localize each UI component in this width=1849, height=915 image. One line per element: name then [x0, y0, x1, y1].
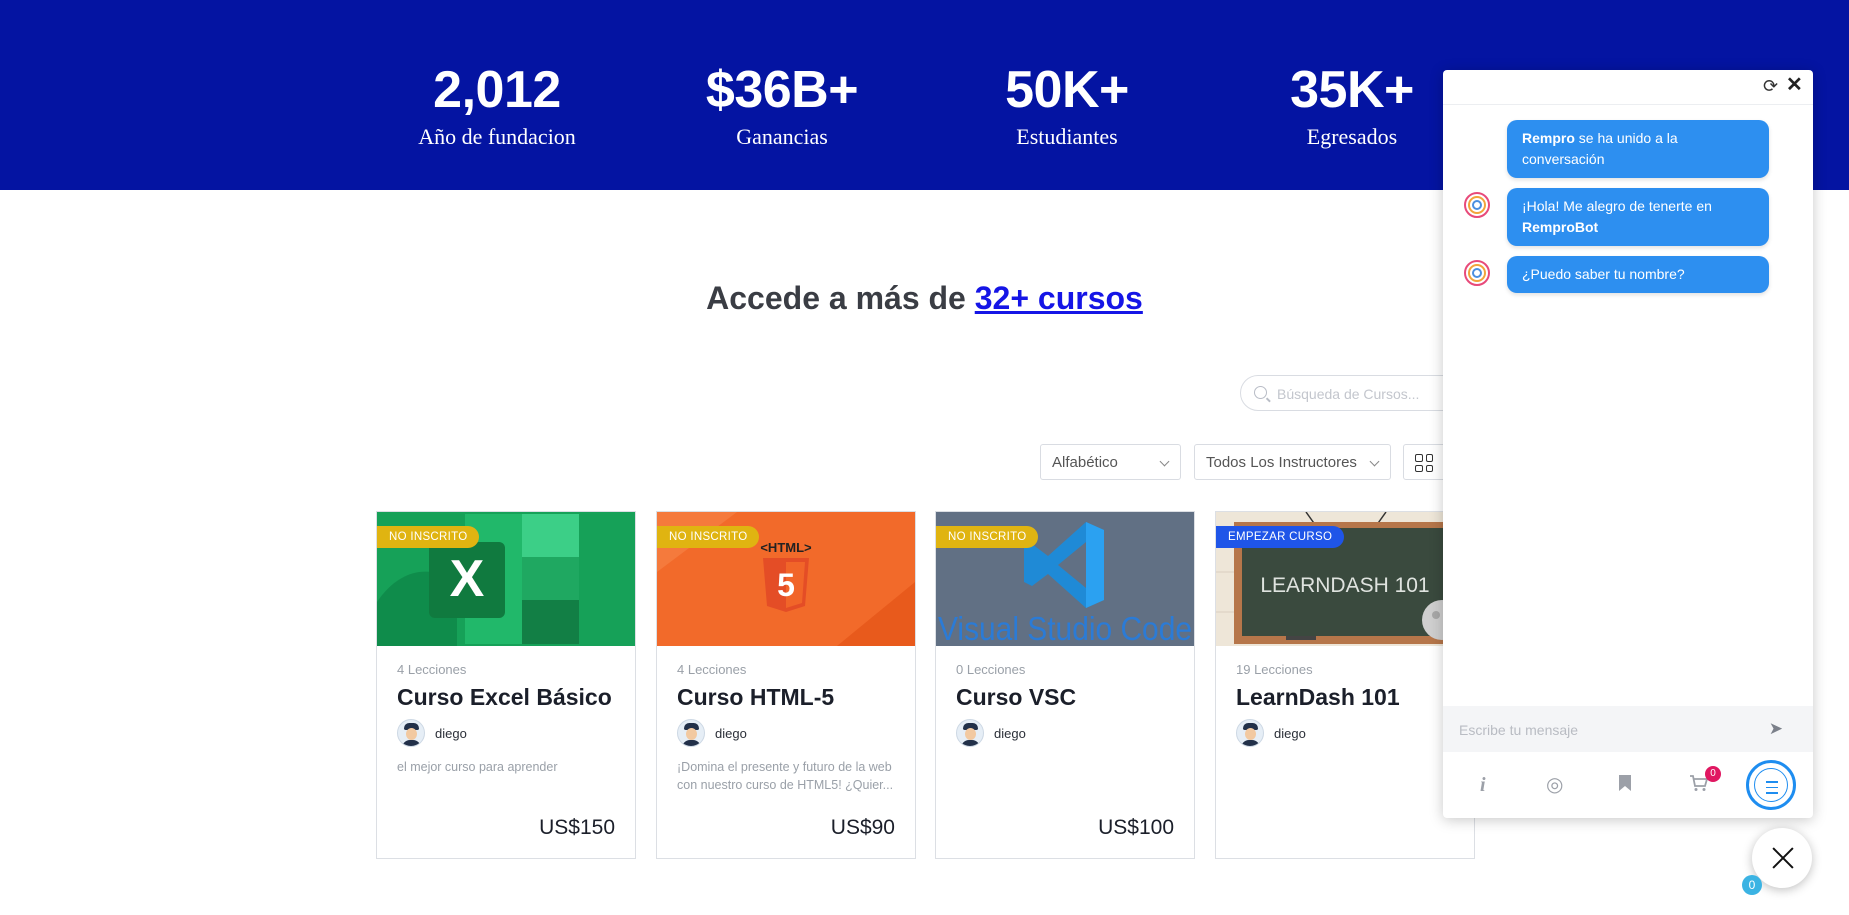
svg-text:X: X	[450, 550, 485, 608]
lesson-count: 0 Lecciones	[956, 662, 1026, 677]
course-card[interactable]: Visual Studio Code NO INSCRITO 0 Leccion…	[935, 511, 1195, 859]
sort-select[interactable]: Alfabético	[1040, 444, 1181, 480]
html-thumb-text: <HTML>	[760, 540, 812, 555]
chat-topbar: ⟳ ✕	[1443, 70, 1813, 105]
info-icon[interactable]: i	[1480, 774, 1486, 796]
stat-label: Ganancias	[736, 124, 828, 149]
course-author[interactable]: diego	[677, 718, 747, 748]
course-title[interactable]: Curso VSC	[956, 684, 1076, 711]
course-card[interactable]: <HTML> 5 NO INSCRITO 4 Lecciones Curso H…	[656, 511, 916, 859]
avatar	[956, 719, 984, 747]
chat-message: ¡Hola! Me alegro de tenerte en RemproBot	[1507, 188, 1769, 246]
message-text: ¿Puedo saber tu nombre?	[1522, 266, 1685, 282]
bookmark-icon[interactable]	[1618, 774, 1632, 797]
course-author[interactable]: diego	[1236, 718, 1306, 748]
enrollment-badge: NO INSCRITO	[936, 526, 1039, 548]
course-description: el mejor curso para aprender	[397, 760, 558, 774]
instructor-select[interactable]: Todos Los Instructores	[1194, 444, 1391, 480]
course-title[interactable]: Curso HTML-5	[677, 684, 834, 711]
chevron-down-icon	[1369, 456, 1380, 467]
cart-count-badge: 0	[1705, 766, 1721, 782]
course-price: US$150	[539, 816, 615, 839]
close-chat-button[interactable]	[1752, 828, 1812, 888]
course-price: US$90	[830, 816, 895, 839]
chevron-down-icon	[1159, 456, 1170, 467]
search-icon	[1254, 386, 1267, 399]
chat-message: Rempro se ha unido a la conversación	[1507, 120, 1769, 178]
course-card[interactable]: LEARNDASH 101 EMPEZAR CURSO 19 Lecciones…	[1215, 511, 1475, 859]
avatar	[1236, 719, 1264, 747]
message-text: ¡Hola! Me alegro de tenerte en	[1522, 198, 1712, 214]
support-icon[interactable]: ◎	[1546, 774, 1563, 796]
close-icon[interactable]: ✕	[1786, 74, 1803, 96]
course-thumbnail[interactable]: LEARNDASH 101 EMPEZAR CURSO	[1216, 512, 1474, 646]
course-thumbnail[interactable]: <HTML> 5 NO INSCRITO	[657, 512, 915, 646]
grid-icon	[1415, 454, 1433, 472]
course-thumbnail[interactable]: Visual Studio Code NO INSCRITO	[936, 512, 1194, 646]
stat-value: 2,012	[433, 61, 561, 119]
stat-value: 50K+	[1005, 61, 1129, 119]
avatar	[397, 719, 425, 747]
course-thumbnail[interactable]: X NO INSCRITO	[377, 512, 635, 646]
chat-message-input[interactable]	[1457, 718, 1761, 742]
stat-value: $36B+	[705, 61, 859, 119]
course-card[interactable]: X NO INSCRITO 4 Lecciones Curso Excel Bá…	[376, 511, 636, 859]
lesson-count: 4 Lecciones	[397, 662, 467, 677]
course-title[interactable]: LearnDash 101	[1236, 684, 1400, 711]
refresh-icon[interactable]: ⟳	[1763, 77, 1778, 95]
message-bot-name: RemproBot	[1522, 219, 1599, 235]
course-author[interactable]: diego	[397, 718, 467, 748]
bot-avatar-icon	[1460, 188, 1494, 222]
stat-label: Estudiantes	[1016, 124, 1118, 149]
menu-button[interactable]	[1746, 760, 1796, 810]
chat-toolbar: i ◎ 0	[1443, 752, 1813, 818]
grid-view-button[interactable]	[1403, 444, 1447, 480]
stat-earnings: $36B+ Ganancias	[632, 60, 932, 150]
course-title[interactable]: Curso Excel Básico	[397, 684, 612, 711]
enrollment-badge: NO INSCRITO	[377, 526, 480, 548]
send-icon[interactable]: ➤	[1769, 720, 1783, 738]
stat-students: 50K+ Estudiantes	[917, 60, 1217, 150]
author-name: diego	[715, 725, 747, 741]
svg-text:5: 5	[777, 567, 795, 603]
course-price: US$100	[1098, 816, 1174, 839]
stat-label: Año de fundacion	[418, 124, 576, 149]
chat-message: ¿Puedo saber tu nombre?	[1507, 256, 1769, 293]
author-name: diego	[435, 725, 467, 741]
bot-avatar-icon	[1460, 256, 1494, 290]
vsc-thumb-text: Visual Studio Code	[938, 610, 1192, 646]
avatar	[677, 719, 705, 747]
instructor-select-value: Todos Los Instructores	[1206, 454, 1357, 471]
lesson-count: 4 Lecciones	[677, 662, 747, 677]
enrollment-badge: NO INSCRITO	[657, 526, 760, 548]
learndash-thumb-text: LEARNDASH 101	[1260, 574, 1429, 597]
author-name: diego	[994, 725, 1026, 741]
lesson-count: 19 Lecciones	[1236, 662, 1313, 677]
sort-select-value: Alfabético	[1052, 454, 1118, 471]
author-name: diego	[1274, 725, 1306, 741]
stat-founding: 2,012 Año de fundacion	[347, 60, 647, 150]
notification-count-badge: 0	[1742, 875, 1762, 895]
courses-link[interactable]: 32+ cursos	[975, 280, 1143, 316]
course-description: ¡Domina el presente y futuro de la web c…	[677, 760, 894, 792]
heading-text: Accede a más de	[706, 280, 975, 316]
message-sender: Rempro	[1522, 130, 1575, 146]
menu-icon	[1754, 768, 1788, 802]
chat-input-bar: ➤	[1443, 706, 1813, 752]
start-course-badge: EMPEZAR CURSO	[1216, 526, 1345, 548]
course-author[interactable]: diego	[956, 718, 1026, 748]
chat-widget: ⟳ ✕ Rempro se ha unido a la conversación…	[1443, 70, 1813, 818]
